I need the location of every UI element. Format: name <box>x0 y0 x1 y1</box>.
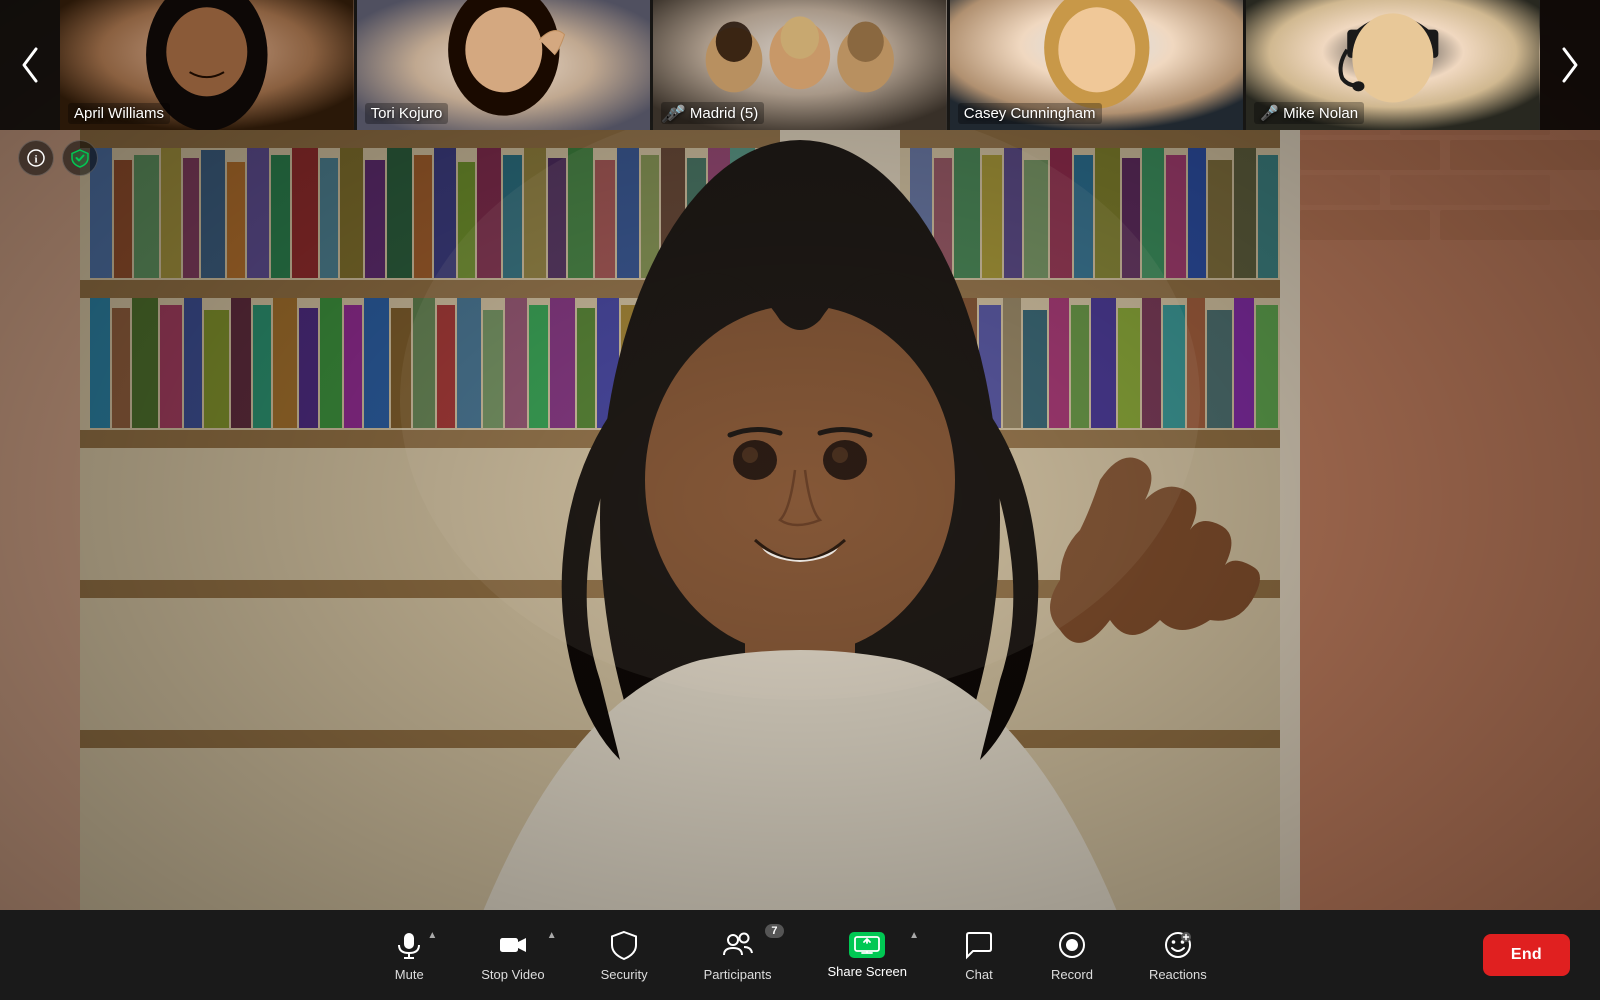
shield-check-icon <box>70 148 90 168</box>
chat-button[interactable]: Chat <box>935 910 1023 1000</box>
end-meeting-button[interactable]: End <box>1483 934 1570 976</box>
thumbnail-tori[interactable]: Tori Kojuro <box>357 0 651 130</box>
left-arrow-icon <box>18 45 42 85</box>
next-arrow[interactable] <box>1540 0 1600 130</box>
right-arrow-icon <box>1558 45 1582 85</box>
thumbnail-april[interactable]: April Williams <box>60 0 354 130</box>
chat-label: Chat <box>965 967 992 982</box>
tori-name: Tori Kojuro <box>365 103 449 124</box>
share-screen-inner-icon <box>853 935 881 955</box>
participants-count-badge: 7 <box>765 924 783 938</box>
mute-label: Mute <box>395 967 424 982</box>
participants-button[interactable]: 7 Participants <box>676 910 800 1000</box>
info-icon: i <box>27 149 45 167</box>
chat-bubble-icon <box>963 929 995 961</box>
top-left-controls: i <box>18 140 98 176</box>
reactions-emoji-icon <box>1162 929 1194 961</box>
stop-video-button[interactable]: ▲ Stop Video <box>453 910 572 1000</box>
share-screen-label: Share Screen <box>828 964 908 979</box>
video-camera-icon <box>497 929 529 961</box>
security-button[interactable]: Security <box>573 910 676 1000</box>
mute-caret[interactable]: ▲ <box>427 930 437 941</box>
security-shield-icon <box>608 929 640 961</box>
svg-text:i: i <box>34 154 37 166</box>
security-label: Security <box>601 967 648 982</box>
thumbnail-mike[interactable]: 🎤Mike Nolan <box>1246 0 1540 130</box>
share-screen-button[interactable]: ▲ Share Screen <box>800 910 936 1000</box>
reactions-label: Reactions <box>1149 967 1207 982</box>
stop-video-label: Stop Video <box>481 967 544 982</box>
madrid-name: 🎤Madrid (5) <box>661 102 764 124</box>
info-button[interactable]: i <box>18 140 54 176</box>
thumbnail-casey[interactable]: Casey Cunningham <box>950 0 1244 130</box>
mike-muted-icon: 🎤 <box>1260 105 1279 122</box>
participants-label: Participants <box>704 967 772 982</box>
april-name: April Williams <box>68 103 170 124</box>
casey-name: Casey Cunningham <box>958 103 1102 124</box>
record-icon <box>1056 929 1088 961</box>
share-screen-caret[interactable]: ▲ <box>909 930 919 941</box>
mike-name: 🎤Mike Nolan <box>1254 102 1364 124</box>
thumbnails-container: April Williams <box>60 0 1540 130</box>
reactions-button[interactable]: Reactions <box>1121 910 1235 1000</box>
prev-arrow[interactable] <box>0 0 60 130</box>
record-label: Record <box>1051 967 1093 982</box>
mute-button[interactable]: ▲ Mute <box>365 910 453 1000</box>
participants-icon <box>722 929 754 961</box>
background-scene <box>0 0 1600 1000</box>
madrid-muted-mic: 🎤 <box>667 105 686 122</box>
microphone-icon <box>393 929 425 961</box>
participants-strip: April Williams <box>0 0 1600 130</box>
toolbar: ▲ Mute ▲ Stop Video Security 7 <box>0 910 1600 1000</box>
record-button[interactable]: Record <box>1023 910 1121 1000</box>
shield-button[interactable] <box>62 140 98 176</box>
share-screen-icon <box>849 932 885 958</box>
main-video <box>0 0 1600 1000</box>
stop-video-caret[interactable]: ▲ <box>547 930 557 941</box>
thumbnail-madrid[interactable]: 🎤 🎤Madrid (5) <box>653 0 947 130</box>
